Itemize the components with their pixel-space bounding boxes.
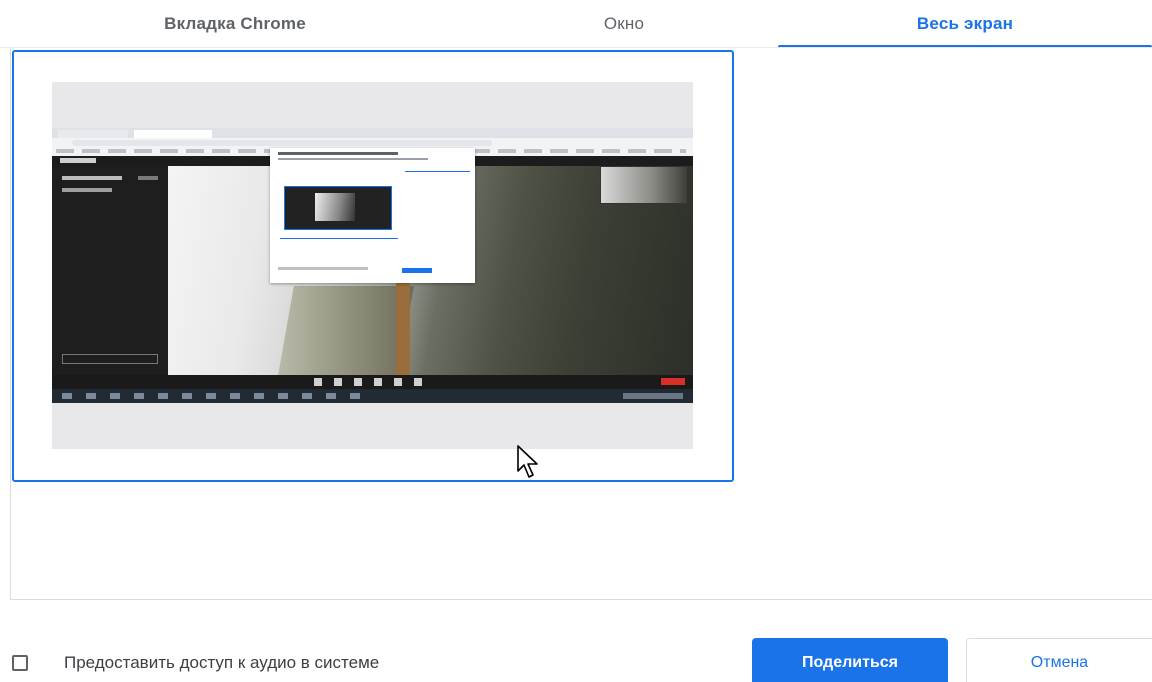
mouse-pointer-icon: [517, 445, 538, 478]
tab-entire-screen[interactable]: Весь экран: [778, 0, 1152, 48]
preview-side-panel: [52, 166, 168, 375]
preview-nested-share-dialog: [270, 148, 475, 283]
tab-window[interactable]: Окно: [470, 0, 778, 48]
screen-share-picker: Вкладка Chrome Окно Весь экран Предостав…: [0, 0, 1152, 682]
screen-preview-image: [52, 128, 693, 403]
share-button[interactable]: Поделиться: [752, 638, 948, 682]
preview-meeting-toolbar: [52, 375, 693, 389]
preview-taskbar: [52, 389, 693, 403]
source-tabs: Вкладка Chrome Окно Весь экран: [0, 0, 1152, 48]
tab-chrome-tab[interactable]: Вкладка Chrome: [0, 0, 470, 48]
share-audio-label[interactable]: Предоставить доступ к аудио в системе: [64, 653, 379, 673]
checkbox-unchecked-icon[interactable]: [12, 655, 28, 671]
preview-self-view: [600, 166, 688, 204]
screen-preview-thumbnail: [52, 82, 693, 449]
cancel-button[interactable]: Отмена: [966, 638, 1152, 682]
